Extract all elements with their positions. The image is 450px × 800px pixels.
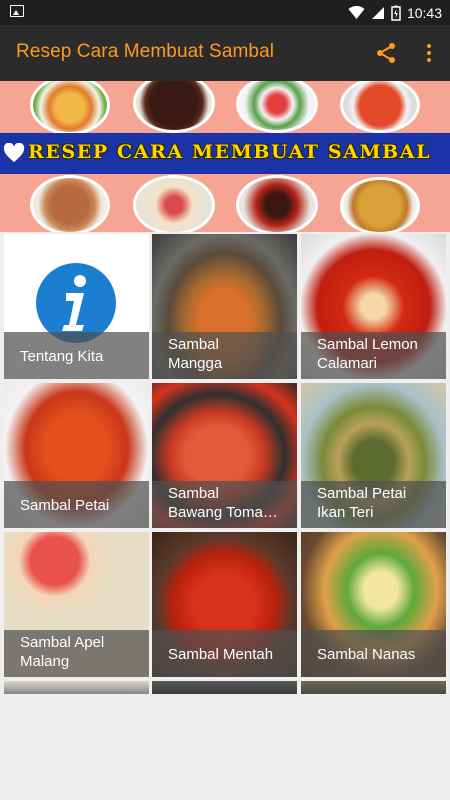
tile-caption: Sambal Apel Malang: [4, 630, 149, 677]
heart-icon: [3, 143, 25, 163]
tile-caption: Sambal Mangga: [152, 332, 297, 379]
tile-sambal-lemon-calamari[interactable]: Sambal Lemon Calamari: [301, 234, 446, 379]
recipe-grid: Tentang Kita Sambal Mangga Sambal Lemon …: [0, 232, 450, 694]
tile-sambal-mangga[interactable]: Sambal Mangga: [152, 234, 297, 379]
banner-dish-image: [133, 175, 215, 232]
tile-label: Tentang Kita: [20, 348, 104, 365]
signal-icon: [371, 6, 384, 19]
header-banner: RESEP CARA MEMBUAT SAMBAL: [0, 81, 450, 232]
share-icon[interactable]: [374, 41, 398, 65]
banner-dish-image: [133, 81, 215, 133]
tile-caption: Sambal Nanas: [301, 630, 446, 677]
tile-label: Sambal Petai Ikan Teri: [317, 485, 407, 521]
battery-icon: [391, 5, 401, 21]
info-icon: [36, 263, 116, 343]
tile-sambal-bawang-tomat[interactable]: Sambal Bawang Toma…: [152, 383, 297, 528]
tile-caption: Tentang Kita: [4, 332, 149, 379]
tile-label: Sambal Mangga: [168, 336, 223, 372]
tile-caption: Sambal Petai Ikan Teri: [301, 481, 446, 528]
tile-sambal-petai-ikan-teri[interactable]: Sambal Petai Ikan Teri: [301, 383, 446, 528]
tile-label: Sambal Apel Malang: [20, 634, 105, 670]
tile-sambal-nanas[interactable]: Sambal Nanas: [301, 532, 446, 677]
app-title: Resep Cara Membuat Sambal: [16, 41, 275, 62]
tile-sambal-apel-malang[interactable]: Sambal Apel Malang: [4, 532, 149, 677]
tile-caption: Sambal Lemon Calamari: [301, 332, 446, 379]
tile-caption: Sambal Bawang Toma…: [152, 481, 297, 528]
banner-dish-image: [236, 81, 318, 133]
image-notification-icon: [10, 5, 24, 17]
tile-tentang-kita[interactable]: Tentang Kita: [4, 234, 149, 379]
tile-caption: Sambal Mentah: [152, 630, 297, 677]
tile-label: Sambal Bawang Toma…: [168, 485, 278, 521]
tile-partial[interactable]: [4, 681, 149, 694]
banner-title: RESEP CARA MEMBUAT SAMBAL: [28, 141, 432, 163]
more-vert-icon[interactable]: [417, 41, 441, 65]
clock: 10:43: [406, 4, 442, 21]
tile-label: Sambal Petai: [20, 497, 110, 514]
tile-sambal-mentah[interactable]: Sambal Mentah: [152, 532, 297, 677]
tile-caption: Sambal Petai: [4, 481, 149, 528]
tile-partial[interactable]: [152, 681, 297, 694]
tile-label: Sambal Nanas: [317, 646, 416, 663]
tile-label: Sambal Mentah: [168, 646, 274, 663]
app-bar: Resep Cara Membuat Sambal: [0, 25, 450, 81]
wifi-icon: [348, 5, 365, 19]
tile-label: Sambal Lemon Calamari: [317, 336, 418, 372]
status-bar: 10:43: [0, 0, 450, 25]
banner-dish-image: [30, 175, 110, 232]
tile-sambal-petai[interactable]: Sambal Petai: [4, 383, 149, 528]
banner-dish-image: [236, 175, 318, 232]
banner-dish-image: [340, 177, 420, 232]
banner-dish-image: [30, 81, 110, 135]
tile-partial[interactable]: [301, 681, 446, 694]
banner-dish-image: [340, 81, 420, 133]
